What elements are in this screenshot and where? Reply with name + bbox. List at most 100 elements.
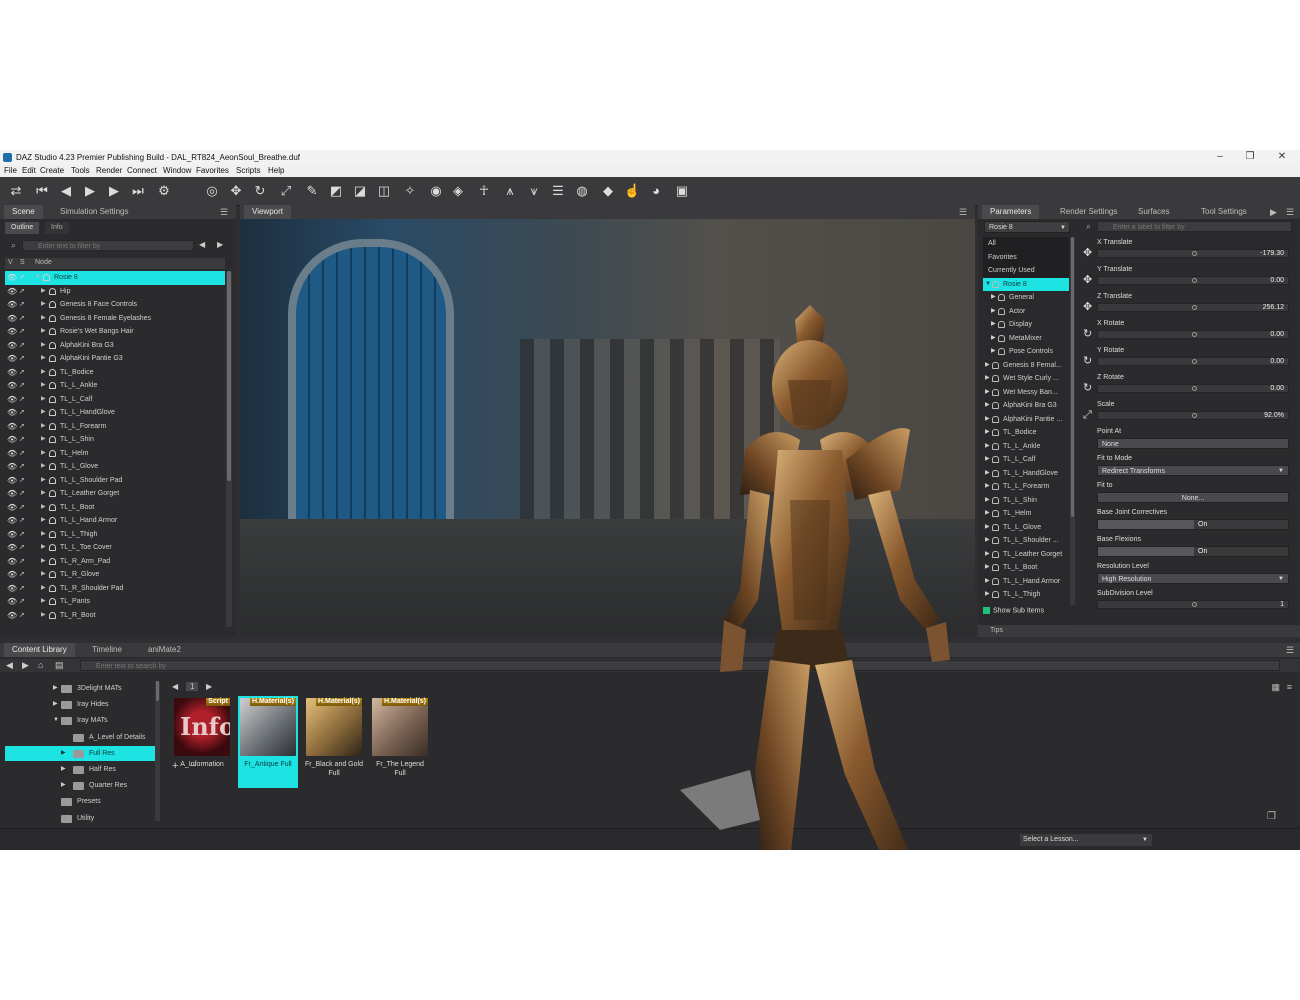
asset-thumbnail[interactable] <box>240 698 296 756</box>
property-dropdown[interactable]: Redirect Transforms ▼ <box>1097 465 1289 476</box>
menu-scripts[interactable]: Scripts <box>236 166 260 175</box>
expand-arrow-icon[interactable]: ▶ <box>985 521 990 535</box>
expand-arrow-icon[interactable]: ▶ <box>41 352 46 366</box>
asset-thumbnail[interactable] <box>306 698 362 756</box>
param-category-item[interactable]: Currently Used <box>983 264 1069 278</box>
tab-animate2[interactable]: aniMate2 <box>140 643 189 657</box>
node-column[interactable]: Node <box>35 259 52 266</box>
expand-arrow-icon[interactable]: ▶ <box>41 312 46 326</box>
visibility-eye-icon[interactable]: 👁 <box>7 379 17 393</box>
joint-editor-icon[interactable]: ✎ <box>304 183 320 199</box>
iray-icon[interactable]: ◆ <box>600 183 616 199</box>
selectable-pointer-icon[interactable]: ➚ <box>19 285 25 299</box>
expand-arrow-icon[interactable]: ▶ <box>41 514 46 528</box>
tab-viewport[interactable]: Viewport <box>244 205 291 219</box>
asset-thumbnail[interactable] <box>372 698 428 756</box>
expand-arrow-icon[interactable]: ▶ <box>41 582 46 596</box>
scene-node-row[interactable]: 👁 ➚ ▶ TL_L_Shoulder Pad <box>5 474 225 488</box>
expand-arrow-icon[interactable]: ▶ <box>985 507 990 521</box>
property-value[interactable]: 1 <box>1280 601 1284 609</box>
menu-connect[interactable]: Connect <box>127 166 157 175</box>
property-slider[interactable]: 256.12 <box>1097 303 1289 312</box>
parameter-filter-input[interactable]: Enter a label to filter by ⌕ <box>1086 221 1292 232</box>
param-node-item[interactable]: ▶ TL_L_Forearm <box>983 480 1069 494</box>
scrollbar-thumb[interactable] <box>1071 237 1074 517</box>
universal-tool-icon[interactable]: ◎ <box>204 183 220 199</box>
property-slider[interactable]: 0.00 <box>1097 330 1289 339</box>
visibility-eye-icon[interactable]: 👁 <box>7 514 17 528</box>
pane-menu-icon[interactable]: ☰ <box>1286 207 1296 217</box>
active-pose-icon[interactable]: ✧ <box>402 183 418 199</box>
param-node-item[interactable]: ▶ MetaMixer <box>983 332 1069 346</box>
expand-arrow-icon[interactable]: ▶ <box>41 501 46 515</box>
selectable-pointer-icon[interactable]: ➚ <box>19 555 25 569</box>
scene-node-row[interactable]: 👁 ➚ ▶ AlphaKini Bra G3 <box>5 339 225 353</box>
scene-node-row[interactable]: 👁 ➚ ▶ TL_R_Arm_Pad <box>5 555 225 569</box>
property-value[interactable]: 0.00 <box>1270 358 1284 366</box>
play-icon[interactable]: ▶ <box>82 183 98 199</box>
slider-knob[interactable] <box>1192 332 1197 337</box>
home-icon[interactable]: ⌂ <box>38 660 43 670</box>
expand-arrow-icon[interactable]: ▶ <box>41 325 46 339</box>
surface-selection-icon[interactable]: ◪ <box>352 183 368 199</box>
visibility-eye-icon[interactable]: 👁 <box>7 339 17 353</box>
expand-arrow-icon[interactable]: ▶ <box>985 534 990 548</box>
filter-back-icon[interactable]: ◀ <box>199 240 205 249</box>
expand-arrow-icon[interactable]: ▶ <box>41 433 46 447</box>
list-view-icon[interactable]: ≡ <box>1287 682 1292 692</box>
param-node-item[interactable]: ▶ Genesis 8 Femal... <box>983 359 1069 373</box>
selectable-pointer-icon[interactable]: ➚ <box>19 514 25 528</box>
toggle-off-half[interactable] <box>1098 547 1194 556</box>
expand-arrow-icon[interactable]: ▼ <box>35 271 41 285</box>
expand-arrow-icon[interactable]: ▶ <box>61 762 66 777</box>
scale-icon[interactable]: ⤢ <box>278 183 294 199</box>
param-node-item[interactable]: ▶ Pose Controls <box>983 345 1069 359</box>
content-folder-row[interactable]: A_Level of Details <box>5 730 155 745</box>
selectable-pointer-icon[interactable]: ➚ <box>19 541 25 555</box>
param-category-item[interactable]: All <box>983 237 1069 251</box>
menu-tools[interactable]: Tools <box>71 166 90 175</box>
visibility-eye-icon[interactable]: 👁 <box>7 271 17 285</box>
expand-arrow-icon[interactable]: ▶ <box>41 595 46 609</box>
selectable-pointer-icon[interactable]: ➚ <box>19 420 25 434</box>
render-icon[interactable]: ◈ <box>450 183 466 199</box>
pane-menu-icon[interactable]: ☰ <box>959 207 969 217</box>
skip-end-icon[interactable]: ⏭ <box>130 183 146 199</box>
expand-arrow-icon[interactable]: ▶ <box>61 746 66 761</box>
content-folder-row[interactable]: ▼ Iray MATs <box>5 713 155 728</box>
rotate-icon[interactable]: ↻ <box>252 183 268 199</box>
property-field[interactable]: None <box>1097 438 1289 449</box>
expand-arrow-icon[interactable]: ▶ <box>991 345 996 359</box>
selectable-pointer-icon[interactable]: ➚ <box>19 325 25 339</box>
selectable-pointer-icon[interactable]: ➚ <box>19 460 25 474</box>
scene-node-row[interactable]: 👁 ➚ ▶ TL_Pants <box>5 595 225 609</box>
content-folder-row[interactable]: ▶ Quarter Res <box>5 778 155 793</box>
armored-figure-model[interactable] <box>650 300 960 850</box>
expand-arrow-icon[interactable]: ▼ <box>53 713 59 728</box>
param-node-item[interactable]: ▶ TL_L_Ankle <box>983 440 1069 454</box>
selectable-pointer-icon[interactable]: ➚ <box>19 474 25 488</box>
expand-arrow-icon[interactable]: ▶ <box>41 339 46 353</box>
scene-node-row[interactable]: 👁 ➚ ▶ TL_L_Boot <box>5 501 225 515</box>
figure-icon[interactable]: ☥ <box>476 183 492 199</box>
node-selection-icon[interactable]: ⚙ <box>156 183 172 199</box>
content-folder-row[interactable]: ▶ Full Res <box>5 745 155 761</box>
filter-forward-icon[interactable]: ▶ <box>217 240 223 249</box>
cube-icon[interactable]: ▣ <box>674 183 690 199</box>
step-back-icon[interactable]: ◀ <box>58 183 74 199</box>
expand-arrow-icon[interactable]: ▶ <box>985 426 990 440</box>
menu-favorites[interactable]: Favorites <box>196 166 229 175</box>
content-folder-row[interactable]: Presets <box>5 794 155 809</box>
expand-arrow-icon[interactable]: ▶ <box>41 420 46 434</box>
param-node-item[interactable]: ▶ AlphaKini Bra G3 <box>983 399 1069 413</box>
expand-arrow-icon[interactable]: ▶ <box>985 548 990 562</box>
slider-knob[interactable] <box>1192 305 1197 310</box>
visibility-eye-icon[interactable]: 👁 <box>7 447 17 461</box>
asset-thumbnail[interactable]: Info <box>174 698 230 756</box>
menu-window[interactable]: Window <box>163 166 191 175</box>
scene-node-row[interactable]: 👁 ➚ ▶ TL_Leather Gorget <box>5 487 225 501</box>
expand-arrow-icon[interactable]: ▶ <box>985 372 990 386</box>
visibility-eye-icon[interactable]: 👁 <box>7 568 17 582</box>
pane-menu-icon[interactable]: ☰ <box>220 207 230 217</box>
param-node-item[interactable]: ▶ TL_L_Boot <box>983 561 1069 575</box>
